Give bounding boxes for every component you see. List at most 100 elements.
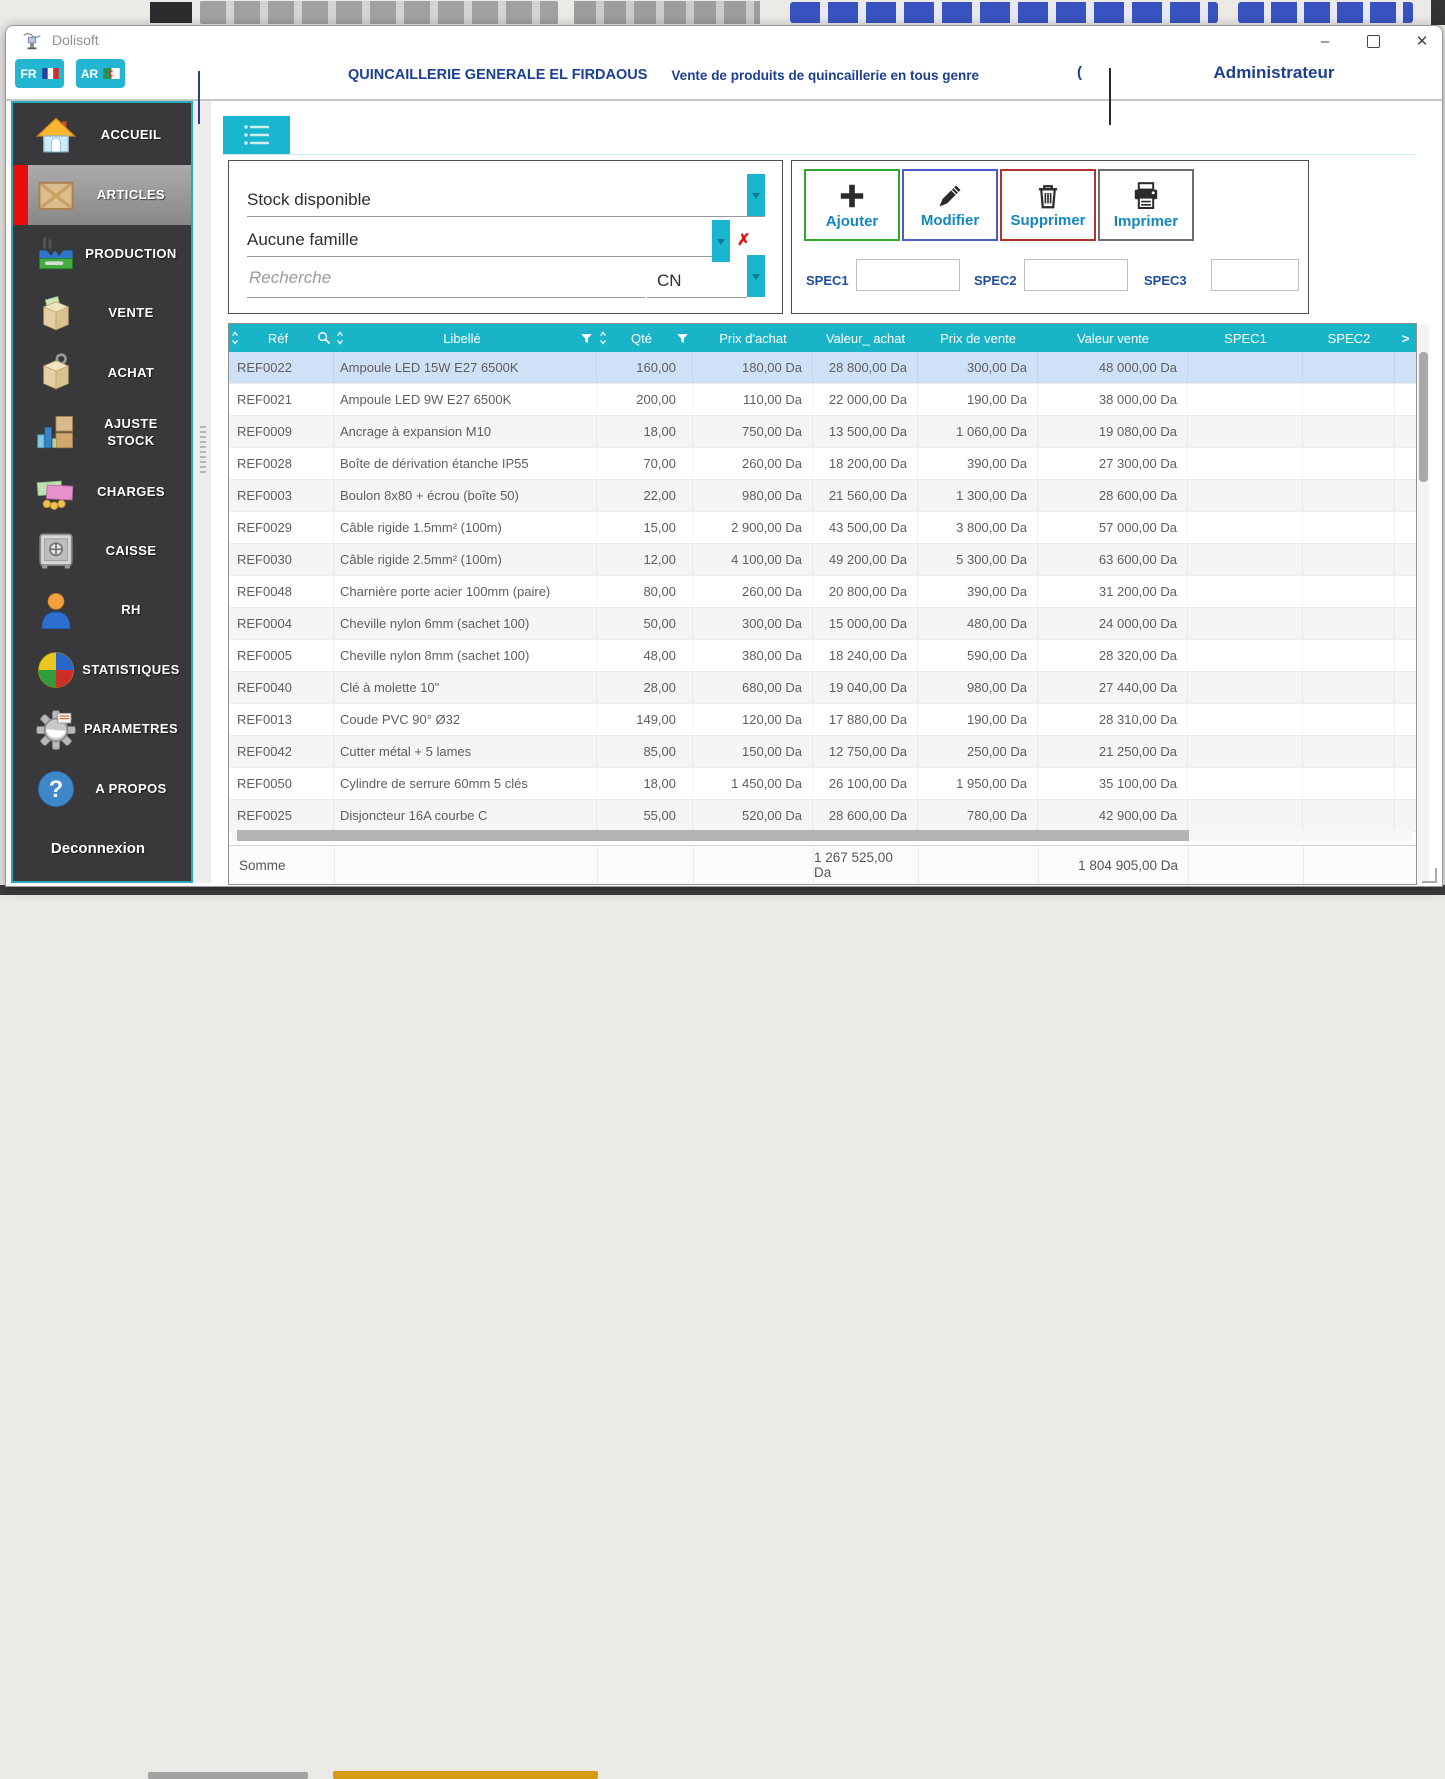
sidebar-item-a-propos[interactable]: ? A PROPOS [13, 759, 191, 818]
edit-button-label: Modifier [920, 212, 980, 229]
column-header-prix_achat[interactable]: Prix d'achat [693, 324, 813, 352]
vertical-scrollbar-track[interactable] [1418, 325, 1429, 881]
table-row[interactable]: REF0003 Boulon 8x80 + écrou (boîte 50) 22,… [229, 480, 1416, 512]
cell-filler [1395, 640, 1416, 671]
famille-filter-dropdown-button[interactable] [712, 220, 730, 262]
scroll-right-chevron-icon[interactable]: > [1395, 324, 1416, 352]
minimize-button[interactable]: – [1317, 33, 1333, 50]
stock-filter-dropdown-button[interactable] [747, 174, 765, 216]
cell-valeur_achat: 28 800,00 Da [813, 352, 918, 383]
table-row[interactable]: REF0004 Cheville nylon 6mm (sachet 100) 50… [229, 608, 1416, 640]
column-header-valeur_vente[interactable]: Valeur vente [1038, 324, 1188, 352]
table-row[interactable]: REF0009 Ancrage à expansion M10 18,00 750,0… [229, 416, 1416, 448]
cell-spec1 [1188, 448, 1303, 479]
column-header-qte[interactable]: Qté [597, 324, 693, 352]
column-header-valeur_achat[interactable]: Valeur_ achat [813, 324, 918, 352]
background-blur-text [200, 1, 558, 24]
search-mode-dropdown-button[interactable] [747, 255, 765, 297]
cell-valeur_achat: 26 100,00 Da [813, 768, 918, 799]
column-header-ref[interactable]: Réf [229, 324, 334, 352]
language-ar-button[interactable]: AR [76, 59, 125, 88]
cell-prix_vente: 300,00 Da [918, 352, 1038, 383]
sidebar-item-articles[interactable]: ARTICLES [13, 165, 191, 225]
edit-button[interactable]: Modifier [902, 169, 998, 241]
title-bar[interactable]: Dolisoft – ✕ [6, 26, 1442, 56]
table-row[interactable]: REF0050 Cylindre de serrure 60mm 5 clés 18… [229, 768, 1416, 800]
splitter-handle[interactable] [200, 426, 206, 474]
cell-libelle: Charnière porte acier 100mm (paire) [334, 576, 597, 607]
table-row[interactable]: REF0048 Charnière porte acier 100mm (pair… [229, 576, 1416, 608]
stock-filter-value[interactable]: Stock disponible [247, 190, 371, 210]
delete-button[interactable]: Supprimer [1000, 169, 1096, 241]
search-mode-value[interactable]: CN [657, 271, 682, 291]
cell-prix_achat: 260,00 Da [693, 448, 813, 479]
sidebar-item-charges[interactable]: CHARGES [13, 462, 191, 521]
cell-spec1 [1188, 704, 1303, 735]
add-button[interactable]: Ajouter [804, 169, 900, 241]
filter-funnel-icon[interactable] [580, 332, 593, 345]
sidebar-item-label: ARTICLES [96, 186, 166, 202]
sidebar-item-statistiques[interactable]: STATISTIQUES [13, 641, 191, 700]
table-row[interactable]: REF0021 Ampoule LED 9W E27 6500K 200,00 110… [229, 384, 1416, 416]
table-row[interactable]: REF0005 Cheville nylon 8mm (sachet 100) 48… [229, 640, 1416, 672]
sidebar-item-vente[interactable]: VENTE [13, 284, 191, 343]
sidebar-item-ajuste-stock[interactable]: AJUSTE STOCK [13, 403, 191, 462]
pencil-icon [939, 185, 961, 207]
table-row[interactable]: REF0025 Disjoncteur 16A courbe C 55,00 520,… [229, 800, 1416, 832]
spec2-input[interactable] [1024, 259, 1128, 291]
column-header-libelle[interactable]: Libellé [334, 324, 597, 352]
cell-filler [1395, 352, 1416, 383]
table-row[interactable]: REF0028 Boîte de dérivation étanche IP55 7… [229, 448, 1416, 480]
sidebar-item-accueil[interactable]: ACCUEIL [13, 106, 191, 165]
cell-valeur_achat: 15 000,00 Da [813, 608, 918, 639]
sort-icon[interactable] [231, 330, 239, 346]
list-tab-button[interactable] [223, 116, 290, 154]
sidebar-item-rh[interactable]: RH [13, 581, 191, 640]
gear-icon [33, 707, 79, 753]
sidebar-item-parametres[interactable]: PARAMETRES [13, 700, 191, 759]
filter-funnel-icon[interactable] [676, 332, 689, 345]
clear-famille-icon[interactable]: ✗ [737, 233, 750, 249]
maximize-button[interactable] [1367, 34, 1380, 48]
column-header-spec2[interactable]: SPEC2 [1303, 324, 1395, 352]
table-row[interactable]: REF0040 Clé à molette 10" 28,00 680,00 Da 19… [229, 672, 1416, 704]
sidebar-item-caisse[interactable]: CAISSE [13, 522, 191, 581]
sum-empty-cell [1303, 846, 1395, 884]
vertical-scrollbar-thumb[interactable] [1419, 352, 1428, 482]
search-input[interactable] [247, 267, 643, 289]
cell-spec2 [1303, 352, 1395, 383]
sort-icon[interactable] [336, 330, 344, 346]
table-row[interactable]: REF0042 Cutter métal + 5 lames 85,00 150,00… [229, 736, 1416, 768]
horizontal-scrollbar-thumb[interactable] [237, 830, 1189, 841]
cell-spec2 [1303, 544, 1395, 575]
sidebar-item-label: CAISSE [105, 542, 157, 558]
spec1-input[interactable] [856, 259, 960, 291]
factory-icon [33, 231, 79, 277]
close-button[interactable]: ✕ [1414, 32, 1430, 50]
sidebar-item-production[interactable]: PRODUCTION [13, 225, 191, 284]
famille-filter-value[interactable]: Aucune famille [247, 230, 359, 250]
search-icon[interactable] [317, 331, 331, 345]
sidebar-item-deconnexion[interactable]: Deconnexion [13, 819, 191, 878]
sidebar-item-achat[interactable]: ACHAT [13, 344, 191, 403]
window-resize-grip[interactable] [1422, 868, 1437, 883]
table-row[interactable]: REF0013 Coude PVC 90° Ø32 149,00 120,00 Da 1… [229, 704, 1416, 736]
cell-filler [1395, 608, 1416, 639]
search-underline [247, 297, 645, 298]
spec3-input[interactable] [1211, 259, 1299, 291]
print-button[interactable]: Imprimer [1098, 169, 1194, 241]
cell-spec2 [1303, 672, 1395, 703]
table-row[interactable]: REF0029 Câble rigide 1.5mm² (100m) 15,00 2 … [229, 512, 1416, 544]
cell-valeur_achat: 17 880,00 Da [813, 704, 918, 735]
table-row[interactable]: REF0030 Câble rigide 2.5mm² (100m) 12,00 4 … [229, 544, 1416, 576]
cell-valeur_vente: 28 320,00 Da [1038, 640, 1188, 671]
background-blur-text [574, 1, 760, 24]
cell-ref: REF0004 [229, 608, 334, 639]
cell-prix_vente: 3 800,00 Da [918, 512, 1038, 543]
column-header-prix_vente[interactable]: Prix de vente [918, 324, 1038, 352]
table-row[interactable]: REF0022 Ampoule LED 15W E27 6500K 160,00 18… [229, 352, 1416, 384]
cell-prix_vente: 390,00 Da [918, 576, 1038, 607]
language-fr-button[interactable]: FR [15, 59, 64, 88]
sort-icon[interactable] [599, 330, 607, 346]
column-header-spec1[interactable]: SPEC1 [1188, 324, 1303, 352]
